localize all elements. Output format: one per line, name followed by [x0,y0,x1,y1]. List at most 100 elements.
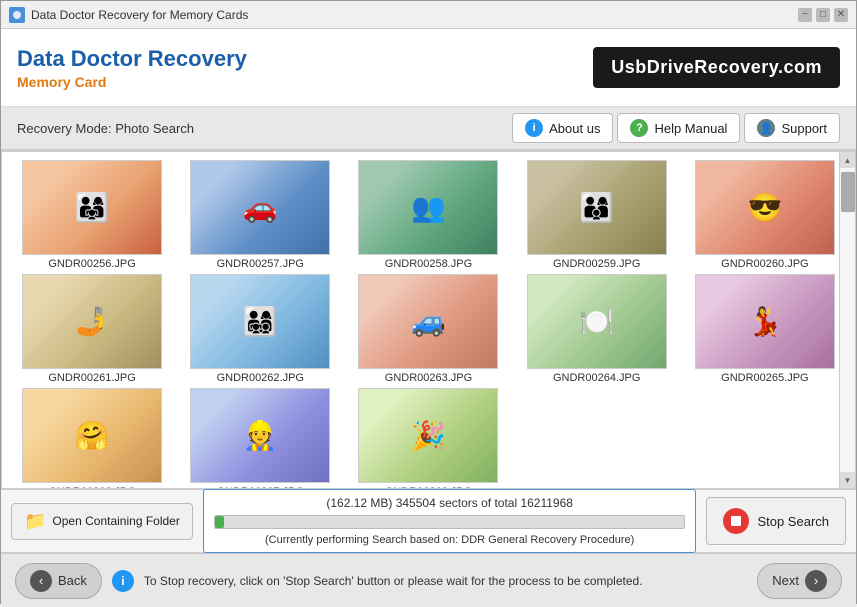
progress-bar-wrap [214,515,686,529]
back-label: Back [58,573,87,588]
photo-thumbnail[interactable]: 💃 [695,274,835,369]
recovery-mode-label: Recovery Mode: Photo Search [17,121,194,136]
list-item: 👨‍👩‍👧 GNDR00256.JPG [10,160,174,270]
photo-emoji-decoration: 🚙 [411,305,446,338]
photo-filename: GNDR00265.JPG [721,372,808,384]
progress-bar-outer [214,515,686,529]
photo-thumbnail[interactable]: 👨‍👩‍👧‍👦 [190,274,330,369]
progress-sub-text: (Currently performing Search based on: D… [214,534,686,546]
stop-btn-label: Stop Search [757,514,829,529]
photo-emoji-decoration: 👨‍👩‍👦 [579,191,614,224]
photo-filename: GNDR00262.JPG [217,372,304,384]
photo-thumbnail[interactable]: 🚙 [358,274,498,369]
stop-square [731,516,741,526]
help-icon: ? [630,119,648,137]
scroll-up-arrow[interactable]: ▲ [840,152,856,168]
list-item: 👥 GNDR00258.JPG [346,160,510,270]
scroll-thumb[interactable] [841,172,855,212]
photo-filename: GNDR00259.JPG [553,258,640,270]
title-bar-buttons: − □ ✕ [798,8,848,22]
photo-grid-area: 👨‍👩‍👧 GNDR00256.JPG 🚗 GNDR00257.JPG 👥 GNDR002… [1,151,856,489]
app-header: Data Doctor Recovery Memory Card UsbDriv… [1,29,856,107]
photo-emoji-decoration: 💃 [747,305,782,338]
photo-thumbnail[interactable]: 👨‍👩‍👦 [527,160,667,255]
photo-emoji-decoration: 👨‍👩‍👧 [75,191,110,224]
stop-icon [723,508,749,534]
photo-thumbnail[interactable]: 👷 [190,388,330,483]
photo-emoji-decoration: 🤗 [75,419,110,452]
photo-filename: GNDR00264.JPG [553,372,640,384]
help-manual-button[interactable]: ? Help Manual [617,113,740,143]
list-item: 🚗 GNDR00257.JPG [178,160,342,270]
photo-grid: 👨‍👩‍👧 GNDR00256.JPG 🚗 GNDR00257.JPG 👥 GNDR002… [2,152,855,489]
photo-emoji-decoration: 👷 [243,419,278,452]
brand-area: Data Doctor Recovery Memory Card [17,46,247,90]
list-item: 🎉 GNDR00268.JPG [346,388,510,489]
photo-filename: GNDR00257.JPG [217,258,304,270]
open-folder-button[interactable]: 📁 Open Containing Folder [11,503,193,540]
close-button[interactable]: ✕ [834,8,848,22]
brand-title: Data Doctor Recovery [17,46,247,72]
nav-bar: Recovery Mode: Photo Search i About us ?… [1,107,856,151]
title-bar-text: Data Doctor Recovery for Memory Cards [31,8,798,22]
list-item: 🤳 GNDR00261.JPG [10,274,174,384]
list-item: 👨‍👩‍👦 GNDR00259.JPG [515,160,679,270]
next-button[interactable]: Next › [757,563,842,599]
photo-filename: GNDR00258.JPG [385,258,472,270]
about-us-button[interactable]: i About us [512,113,613,143]
list-item: 👷GNDR00267.JPG [178,388,342,489]
back-button[interactable]: ‹ Back [15,563,102,599]
photo-emoji-decoration: 😎 [747,191,782,224]
bottom-message: To Stop recovery, click on 'Stop Search'… [144,574,747,588]
photo-thumbnail[interactable]: 😎 [695,160,835,255]
photo-thumbnail[interactable]: 🍽️ [527,274,667,369]
list-item: 🍽️ GNDR00264.JPG [515,274,679,384]
photo-emoji-decoration: 🚗 [243,191,278,224]
photo-thumbnail[interactable]: 🚗 [190,160,330,255]
photo-emoji-decoration: 👨‍👩‍👧‍👦 [243,305,278,338]
photo-filename: GNDR00261.JPG [48,372,135,384]
next-arrow-icon: › [805,570,827,592]
photo-filename: GNDR00268.JPG [385,486,472,489]
about-us-label: About us [549,121,600,136]
list-item: 😎 GNDR00260.JPG [683,160,847,270]
info-icon: i [525,119,543,137]
support-label: Support [781,121,827,136]
folder-icon: 📁 [24,511,46,532]
help-manual-label: Help Manual [654,121,727,136]
list-item: 🚙GNDR00263.JPG [346,274,510,384]
photo-emoji-decoration: 🤳 [75,305,110,338]
photo-thumbnail[interactable]: 🤳 [22,274,162,369]
photo-thumbnail[interactable]: 🤗 [22,388,162,483]
list-item: 👨‍👩‍👧‍👦 GNDR00262.JPG [178,274,342,384]
info-icon-sm: i [112,570,134,592]
minimize-button[interactable]: − [798,8,812,22]
photo-filename: GNDR00256.JPG [48,258,135,270]
website-logo: UsbDriveRecovery.com [593,47,840,88]
list-item: 💃 GNDR00265.JPG [683,274,847,384]
photo-thumbnail[interactable]: 🎉 [358,388,498,483]
photo-thumbnail[interactable]: 👨‍👩‍👧 [22,160,162,255]
photo-filename: GNDR00266.JPG [48,486,135,489]
support-button[interactable]: 👤 Support [744,113,840,143]
scrollbar[interactable]: ▲ ▼ [839,152,855,488]
support-icon: 👤 [757,119,775,137]
photo-filename: GNDR00260.JPG [721,258,808,270]
app-icon [9,7,25,23]
scroll-down-arrow[interactable]: ▼ [840,472,856,488]
nav-buttons: i About us ? Help Manual 👤 Support [512,113,840,143]
back-arrow-icon: ‹ [30,570,52,592]
list-item: 🤗 GNDR00266.JPG [10,388,174,489]
photo-emoji-decoration: 🍽️ [579,305,614,338]
photo-emoji-decoration: 🎉 [411,419,446,452]
progress-bar-inner [215,516,224,528]
photo-thumbnail[interactable]: 👥 [358,160,498,255]
maximize-button[interactable]: □ [816,8,830,22]
brand-subtitle: Memory Card [17,74,247,90]
status-bar: 📁 Open Containing Folder (162.12 MB) 345… [1,489,856,553]
photo-emoji-decoration: 👥 [411,191,446,224]
progress-block: (162.12 MB) 345504 sectors of total 1621… [203,489,697,553]
stop-search-button[interactable]: Stop Search [706,497,846,545]
progress-info-text: (162.12 MB) 345504 sectors of total 1621… [214,496,686,510]
folder-btn-label: Open Containing Folder [52,514,179,528]
